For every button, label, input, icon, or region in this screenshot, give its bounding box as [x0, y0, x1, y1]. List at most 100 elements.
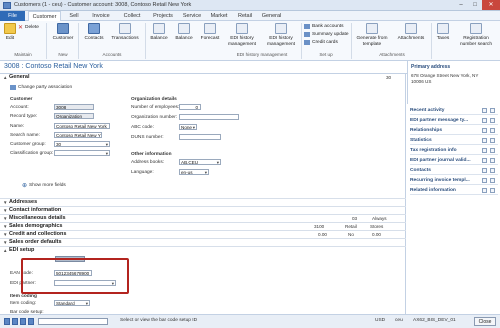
factbox-recurring-invoice-templates[interactable]: Recurring invoice templ...	[410, 176, 498, 185]
fasttab-sales-order-defaults[interactable]: ▼ Sales order defaults	[0, 238, 406, 246]
tab-collect[interactable]: Collect	[118, 11, 146, 21]
contacts-button[interactable]: Contacts	[81, 23, 107, 42]
item-coding-select[interactable]: Standard	[54, 300, 90, 306]
next-record-icon[interactable]	[20, 318, 26, 325]
tab-retail[interactable]: Retail	[234, 11, 256, 21]
fasttab-addresses[interactable]: ▼ Addresses	[0, 198, 406, 206]
factbox-expand-icon[interactable]	[490, 108, 495, 113]
generate-from-template-button[interactable]: Generate from template	[353, 23, 391, 47]
organization-number-field[interactable]	[179, 114, 239, 120]
balance-button-1[interactable]: Balance	[147, 23, 171, 42]
file-tab[interactable]: File	[0, 11, 25, 21]
factbox-related-information[interactable]: Related information	[410, 186, 498, 195]
change-party-icon	[10, 85, 16, 90]
edi-history-button-2[interactable]: EDI history management	[262, 23, 300, 47]
registration-number-search-button[interactable]: Registration number search	[454, 23, 498, 47]
credit-cards-button[interactable]: Credit cards	[304, 40, 338, 45]
attachments-button[interactable]: Attachments	[393, 23, 429, 42]
tab-projects[interactable]: Projects	[149, 11, 177, 21]
record-navigation-bar[interactable]	[38, 318, 108, 325]
new-customer-button[interactable]: Customer	[50, 23, 76, 42]
change-party-association-link[interactable]: Change party association	[18, 85, 72, 90]
factbox-expand-icon[interactable]	[490, 148, 495, 153]
tab-sell[interactable]: Sell	[64, 11, 84, 21]
summary-update-button[interactable]: Summary update	[304, 32, 349, 37]
forecast-button[interactable]: Forecast	[197, 23, 223, 42]
abc-code-select[interactable]: None	[179, 124, 197, 130]
fasttab-contact-information[interactable]: ▼ Contact information	[0, 206, 406, 214]
fasttab-edi-setup[interactable]: ▲ EDI setup	[0, 246, 406, 254]
factbox-expand-icon[interactable]	[490, 128, 495, 133]
factbox-options-icon[interactable]	[482, 118, 487, 123]
fasttab-credit-and-collections[interactable]: ▼ Credit and collections 0.00 No 0.00	[0, 230, 406, 238]
bank-accounts-button[interactable]: Bank accounts	[304, 24, 343, 29]
tab-service[interactable]: Service	[179, 11, 205, 21]
account-field[interactable]: 3008	[54, 104, 94, 110]
factbox-contacts[interactable]: Contacts	[410, 166, 498, 175]
balance-button-2[interactable]: Balance	[172, 23, 196, 42]
factbox-options-icon[interactable]	[482, 158, 487, 163]
tab-general[interactable]: General	[259, 11, 284, 21]
edit-button[interactable]: Edit	[3, 23, 17, 42]
fasttab-summary: 0.00	[372, 232, 381, 237]
minimize-button[interactable]: –	[454, 0, 468, 10]
duns-number-field[interactable]	[179, 134, 221, 140]
customer-group-select[interactable]: 30	[54, 141, 110, 147]
factbox-options-icon[interactable]	[482, 148, 487, 153]
group-attachments: Attachments	[379, 52, 405, 57]
factbox-expand-icon[interactable]	[490, 178, 495, 183]
factbox-options-icon[interactable]	[482, 178, 487, 183]
close-window-button[interactable]: ✕	[482, 0, 500, 10]
maximize-button[interactable]: □	[468, 0, 482, 10]
factbox-expand-icon[interactable]	[490, 158, 495, 163]
factbox-edi-partner-message-types[interactable]: EDI partner message ty...	[410, 116, 498, 125]
transactions-button[interactable]: Transactions	[108, 23, 142, 42]
address-books-select[interactable]: AB,CEU	[179, 159, 221, 165]
tab-customer[interactable]: Customer	[28, 11, 61, 21]
fasttab-sales-demographics[interactable]: ▼ Sales demographics 3100 Retail Stores	[0, 222, 406, 230]
attachment-icon	[405, 23, 417, 34]
language-select[interactable]: en-us	[179, 169, 209, 175]
language-label: Language:	[131, 170, 154, 175]
ribbon-separator	[431, 23, 432, 59]
factbox-options-icon[interactable]	[482, 188, 487, 193]
fasttab-miscellaneous-details[interactable]: ▼ Miscellaneous details 03 Always	[0, 214, 406, 222]
factbox-expand-icon[interactable]	[490, 168, 495, 173]
factbox-recent-activity[interactable]: Recent activity	[410, 106, 498, 115]
group-maintain: Maintain	[14, 52, 32, 57]
factbox-expand-icon[interactable]	[490, 138, 495, 143]
fasttab-summary: Retail	[345, 224, 357, 229]
factbox-edi-partner-journal-validation[interactable]: EDI partner journal valid...	[410, 156, 498, 165]
fasttab-summary: 3100	[314, 224, 325, 229]
factbox-options-icon[interactable]	[482, 128, 487, 133]
search-name-field[interactable]: Contoso Retail New Y	[54, 132, 102, 138]
duns-number-label: DUNS number:	[131, 135, 164, 140]
factbox-statistics[interactable]: Statistics	[410, 136, 498, 145]
name-field[interactable]: Contoso Retail New York	[54, 123, 110, 129]
pencil-icon	[4, 23, 16, 34]
last-record-icon[interactable]	[28, 318, 34, 325]
record-type-field[interactable]: Organization	[54, 113, 94, 119]
collapse-icon: ▲	[3, 75, 8, 80]
edi-history-button-1[interactable]: EDI history management	[223, 23, 261, 47]
record-title: 3008 : Contoso Retail New York	[4, 63, 103, 70]
close-button[interactable]: Close	[474, 317, 496, 326]
factbox-options-icon[interactable]	[482, 138, 487, 143]
factbox-expand-icon[interactable]	[490, 188, 495, 193]
previous-record-icon[interactable]	[12, 318, 18, 325]
taxes-button[interactable]: Taxes	[434, 23, 452, 42]
employees-field[interactable]: 0	[179, 104, 201, 110]
expand-icon: ▼	[3, 224, 8, 229]
tab-invoice[interactable]: Invoice	[87, 11, 115, 21]
tab-market[interactable]: Market	[207, 11, 231, 21]
first-record-icon[interactable]	[4, 318, 10, 325]
factbox-expand-icon[interactable]	[490, 118, 495, 123]
fasttab-general[interactable]: ▲ General 30	[0, 74, 406, 82]
factbox-tax-registration-info[interactable]: Tax registration info	[410, 146, 498, 155]
factbox-options-icon[interactable]	[482, 108, 487, 113]
factbox-options-icon[interactable]	[482, 168, 487, 173]
delete-button[interactable]: ✕ Delete	[18, 24, 39, 31]
show-more-fields-link[interactable]: Show more fields	[29, 183, 66, 188]
classification-group-select[interactable]	[54, 150, 110, 156]
factbox-relationships[interactable]: Relationships	[410, 126, 498, 135]
